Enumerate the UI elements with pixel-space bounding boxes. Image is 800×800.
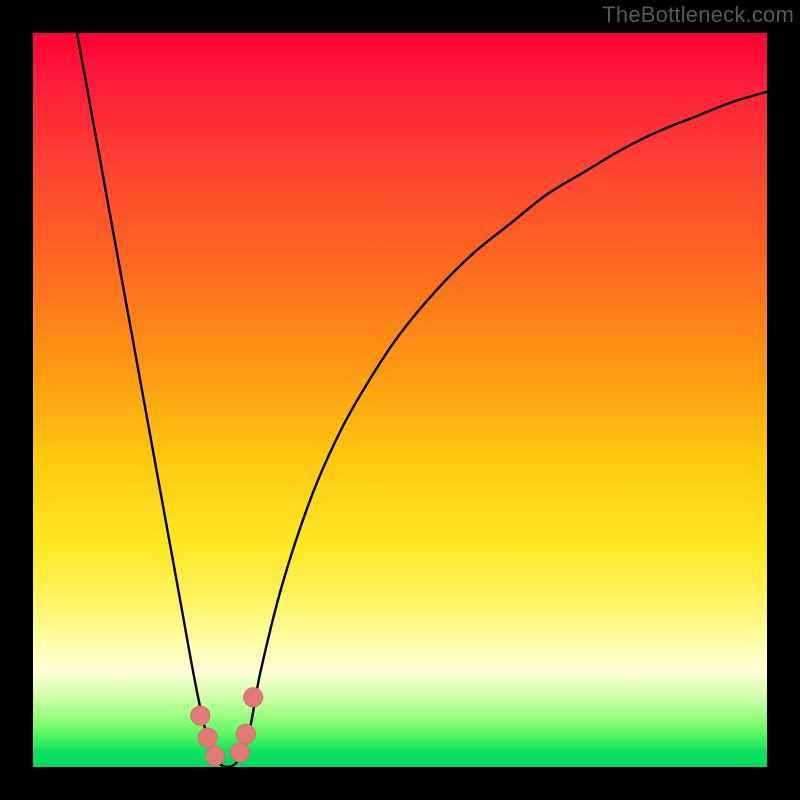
chart-svg bbox=[33, 33, 767, 767]
curve-marker bbox=[236, 724, 255, 743]
curve-marker bbox=[230, 743, 249, 762]
curve-marker bbox=[198, 728, 217, 747]
curve-markers bbox=[191, 688, 263, 766]
chart-frame: TheBottleneck.com bbox=[0, 0, 800, 800]
bottleneck-curve bbox=[77, 33, 767, 767]
curve-marker bbox=[191, 706, 210, 725]
plot-area bbox=[33, 33, 767, 767]
curve-marker bbox=[205, 746, 224, 765]
curve-marker bbox=[244, 688, 263, 707]
watermark-text: TheBottleneck.com bbox=[602, 2, 794, 28]
